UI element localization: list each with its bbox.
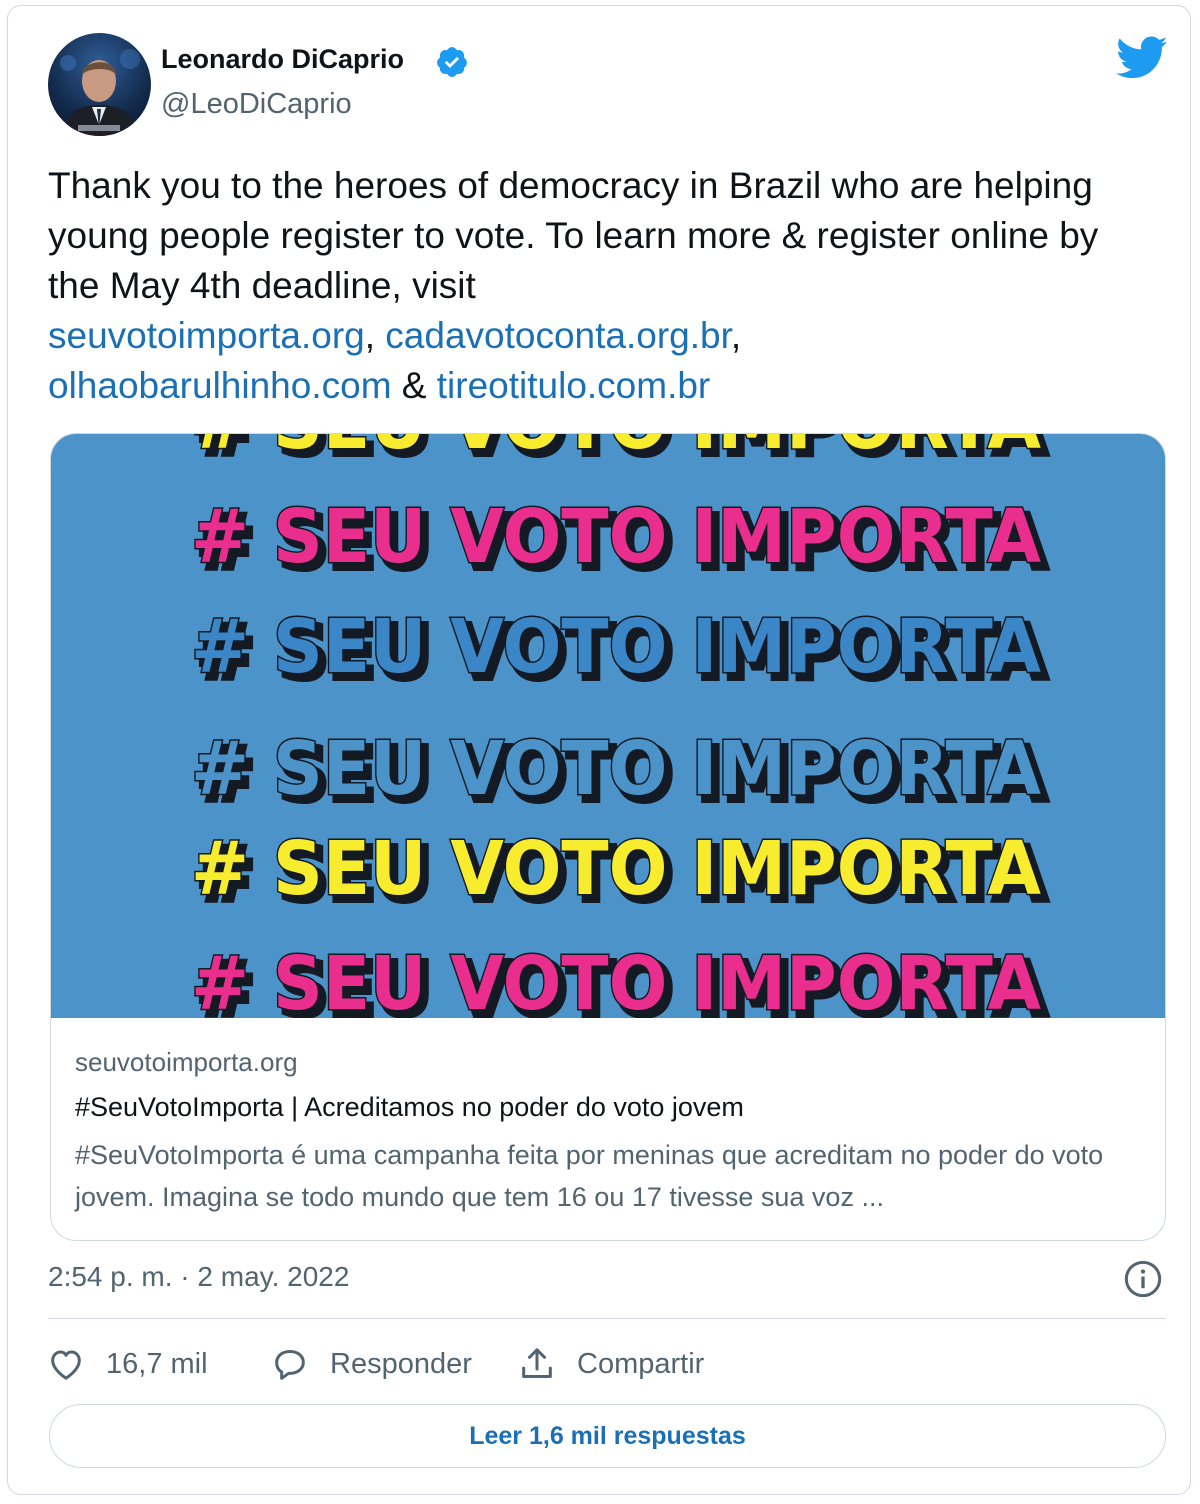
banner-text-row: # SEU VOTO IMPORTA [191,726,1041,812]
info-icon[interactable] [1123,1259,1163,1299]
author-name[interactable]: Leonardo DiCaprio [161,44,404,75]
link-card-domain: seuvotoimporta.org [75,1047,298,1077]
tweet-body: Thank you to the heroes of democracy in … [48,165,1099,306]
link-card-description: #SeuVotoImporta é uma campanha feita por… [75,1140,1104,1212]
read-replies-button[interactable]: Leer 1,6 mil respuestas [49,1404,1166,1468]
separator: , [730,315,742,356]
separator: , [364,315,376,356]
banner-graphic: # SEU VOTO IMPORTA # SEU VOTO IMPORTA # SE… [190,434,1051,1018]
reply-label: Responder [330,1347,472,1380]
media-image[interactable]: # SEU VOTO IMPORTA # SEU VOTO IMPORTA # SE… [51,434,1165,1018]
twitter-bird-icon[interactable] [1116,36,1168,80]
share-button[interactable]: Compartir [517,1342,704,1386]
share-icon [522,1348,552,1378]
tweet-card: Leonardo DiCaprio @LeoDiCaprio Thank you… [7,5,1191,1495]
banner-text-row: # SEU VOTO IMPORTA [191,434,1041,466]
avatar[interactable] [48,33,151,136]
like-count: 16,7 mil [106,1347,208,1380]
separator: & [401,365,427,406]
verified-badge-icon [437,47,467,77]
banner-text-row: # SEU VOTO IMPORTA [191,941,1041,1018]
tweet-text: Thank you to the heroes of democracy in … [48,161,1158,411]
link-tireotitulo[interactable]: tireotitulo.com.br [437,365,711,406]
link-preview-card[interactable]: # SEU VOTO IMPORTA # SEU VOTO IMPORTA # SE… [50,433,1166,1241]
author-handle[interactable]: @LeoDiCaprio [161,88,352,121]
share-label: Compartir [577,1347,705,1380]
banner-text-row: # SEU VOTO IMPORTA [191,604,1041,690]
tweet-timestamp[interactable]: 2:54 p. m. · 2 may. 2022 [48,1261,349,1293]
banner-text-row: # SEU VOTO IMPORTA [191,826,1041,912]
link-card-title: #SeuVotoImporta | Acreditamos no poder d… [75,1092,744,1122]
link-seuvotoimporta[interactable]: seuvotoimporta.org [48,315,365,356]
divider [48,1318,1166,1319]
banner-text-row: # SEU VOTO IMPORTA [191,494,1041,580]
like-button[interactable]: 16,7 mil [46,1342,208,1386]
heart-icon [51,1350,81,1380]
reply-button[interactable]: Responder [270,1342,472,1386]
link-cadavotoconta[interactable]: cadavotoconta.org.br [385,315,731,356]
comment-icon [275,1350,305,1380]
link-olhaobarulhinho[interactable]: olhaobarulhinho.com [48,365,392,406]
